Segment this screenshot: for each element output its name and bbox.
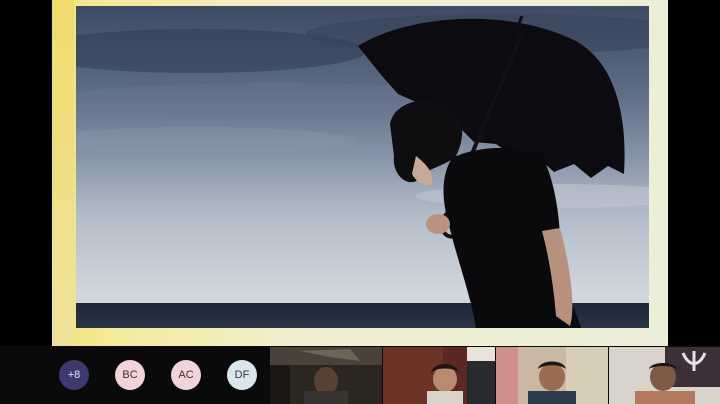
shared-screen bbox=[0, 0, 720, 346]
participant-video-tile[interactable] bbox=[496, 347, 608, 404]
participant-video-tile[interactable] bbox=[383, 347, 495, 404]
participant-initials: AC bbox=[178, 369, 194, 381]
participant-avatar[interactable]: DF bbox=[227, 360, 257, 390]
participant-initials: BC bbox=[122, 369, 138, 381]
more-participants-label: +8 bbox=[67, 369, 81, 381]
participant-initials: DF bbox=[234, 369, 250, 381]
slide-photo bbox=[76, 6, 649, 328]
participant-avatar[interactable]: BC bbox=[115, 360, 145, 390]
more-participants-button[interactable]: +8 bbox=[59, 360, 89, 390]
participant-video-tile[interactable] bbox=[609, 347, 720, 404]
slide-decoration bbox=[52, 0, 74, 346]
participant-video-tile[interactable] bbox=[270, 347, 382, 404]
participant-avatar[interactable]: AC bbox=[171, 360, 201, 390]
